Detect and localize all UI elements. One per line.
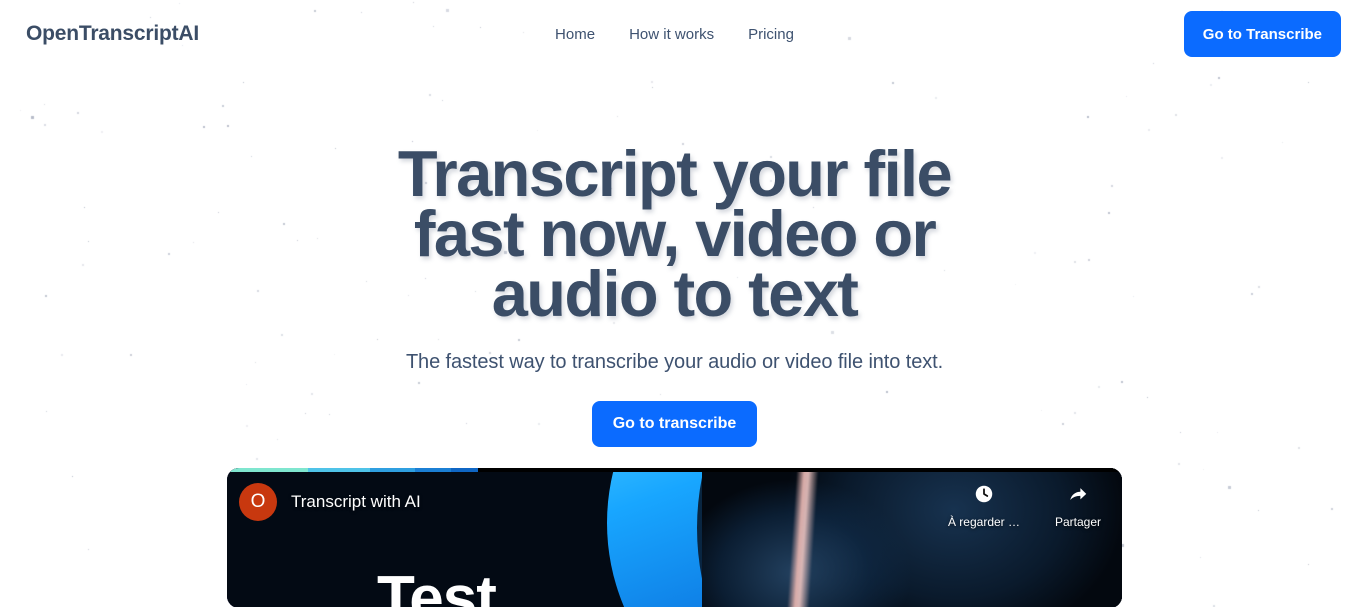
video-top-overlay: O Transcript with AI À regarder … Partag… (227, 468, 1122, 540)
nav-link-home[interactable]: Home (555, 26, 595, 43)
share-button[interactable]: Partager (1050, 483, 1106, 529)
thumbnail-overlay-text: Test (377, 564, 497, 607)
nav-link-how-it-works[interactable]: How it works (629, 26, 714, 43)
share-arrow-icon (1067, 483, 1089, 510)
clock-icon (973, 483, 995, 510)
hero-subtitle: The fastest way to transcribe your audio… (405, 351, 944, 373)
channel-avatar[interactable]: O (239, 483, 277, 521)
brand-logo[interactable]: OpenTranscriptAI (26, 22, 199, 46)
watch-later-label: À regarder … (947, 515, 1020, 529)
video-title-group: O Transcript with AI (239, 483, 421, 521)
hero-cta-container: Go to transcribe (0, 401, 1349, 447)
video-player-embed[interactable]: Test O Transcript with AI À regarder … P… (227, 468, 1122, 607)
video-title[interactable]: Transcript with AI (291, 492, 421, 512)
share-label: Partager (1054, 515, 1102, 529)
site-header: OpenTranscriptAI Home How it works Prici… (0, 0, 1349, 68)
go-to-transcribe-hero-button[interactable]: Go to transcribe (591, 401, 758, 447)
nav-link-pricing[interactable]: Pricing (748, 26, 794, 43)
hero-section: Transcript your file fast now, video or … (0, 68, 1349, 447)
watch-later-button[interactable]: À regarder … (948, 483, 1020, 529)
page-title: Transcript your file fast now, video or … (397, 137, 953, 330)
main-navigation: Home How it works Pricing (0, 0, 1349, 68)
go-to-transcribe-header-button[interactable]: Go to Transcribe (1183, 11, 1341, 57)
video-actions: À regarder … Partager (948, 483, 1106, 529)
